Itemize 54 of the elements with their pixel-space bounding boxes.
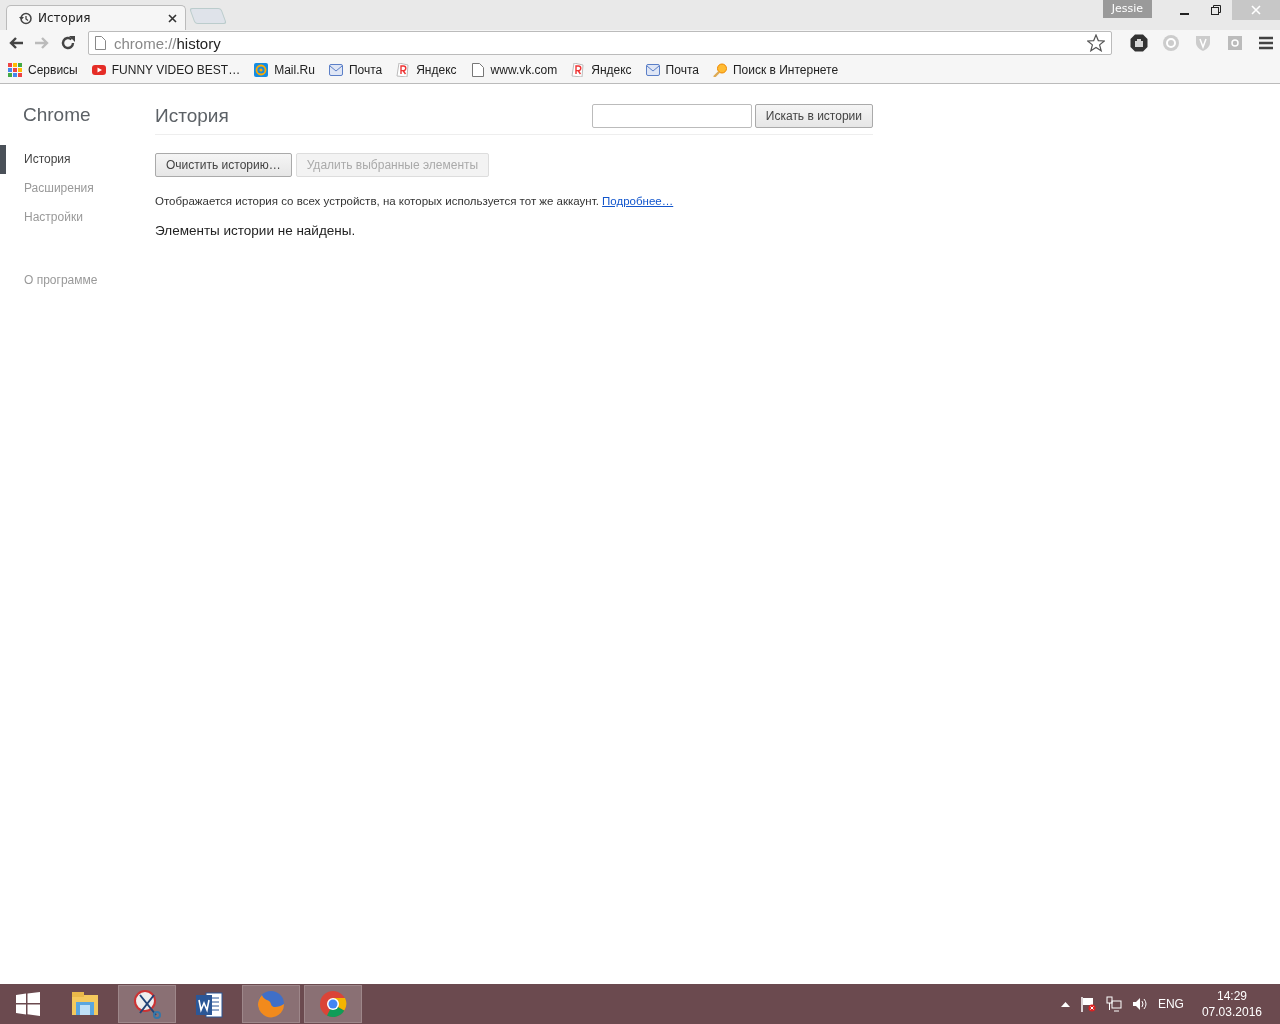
tab-title: История — [38, 11, 92, 25]
taskbar-button[interactable] — [118, 985, 176, 1023]
bookmark-link[interactable]: Яндекс — [396, 62, 457, 77]
close-icon — [168, 13, 177, 23]
bookmark-link[interactable]: Mail.Ru — [254, 62, 315, 77]
bookmark-link[interactable]: Яндекс — [571, 62, 632, 77]
sidebar-title: Chrome — [22, 104, 92, 126]
bookmark-link[interactable]: FUNNY VIDEO BEST… — [91, 62, 241, 77]
page-icon — [470, 62, 485, 77]
info-text: Отображается история со всех устройств, на которых используется тот же аккаунт. Подробнее… — [155, 195, 675, 207]
clock[interactable]: 14:29 07.03.2016 — [1201, 988, 1262, 1020]
fox-globe-icon — [256, 989, 286, 1019]
up-caret-icon[interactable] — [1060, 1001, 1070, 1007]
sidebar-item[interactable]: История — [0, 145, 155, 174]
apps-grid-icon — [8, 62, 22, 77]
letter-icon — [396, 62, 411, 77]
more-link[interactable]: Подробнее… — [602, 195, 674, 207]
document-icon — [194, 989, 224, 1019]
minimize-icon — [1179, 13, 1189, 15]
close-icon — [1251, 5, 1261, 15]
search-button[interactable]: Искать в истории — [754, 104, 873, 128]
page-icon — [95, 36, 106, 50]
browser-logo-icon — [318, 989, 348, 1019]
search-field[interactable] — [591, 104, 752, 128]
address-text: chrome://history — [114, 34, 222, 52]
at-sign-icon — [254, 62, 269, 77]
browser-tab[interactable]: История — [6, 5, 186, 30]
empty-message: Элементы истории не найдены. — [155, 223, 357, 238]
network-icon[interactable] — [1105, 996, 1122, 1012]
restore-icon — [1211, 5, 1221, 15]
envelope-icon — [645, 62, 660, 77]
bookmark-link[interactable]: Почта — [328, 62, 383, 77]
windows-logo-icon[interactable] — [16, 992, 40, 1016]
clear-history-button[interactable]: Очистить историю… — [155, 153, 292, 177]
reload-icon[interactable] — [60, 35, 76, 51]
bookmark-link[interactable]: www.vk.com — [470, 62, 558, 77]
letter-icon — [571, 62, 586, 77]
close-tab-button[interactable] — [168, 13, 177, 23]
menu-icon[interactable] — [1258, 35, 1274, 51]
play-icon — [91, 62, 106, 77]
flag-icon[interactable] — [1079, 996, 1096, 1012]
speaker-icon[interactable] — [1131, 996, 1148, 1012]
bookmark-link[interactable]: Поиск в Интернете — [712, 62, 839, 77]
bookmark-link[interactable]: Сервисы — [8, 62, 78, 77]
scissors-icon — [132, 989, 162, 1019]
history-icon — [19, 11, 32, 25]
language-indicator[interactable]: ENG — [1157, 997, 1184, 1011]
back-arrow-icon[interactable] — [8, 36, 24, 50]
bookmark-link[interactable]: Почта — [645, 62, 699, 77]
page-title: История — [155, 105, 230, 127]
envelope-icon — [328, 62, 343, 77]
address-bar[interactable]: chrome://history — [88, 31, 1112, 55]
star-icon[interactable] — [1087, 34, 1105, 52]
magnifier-icon — [712, 62, 727, 77]
